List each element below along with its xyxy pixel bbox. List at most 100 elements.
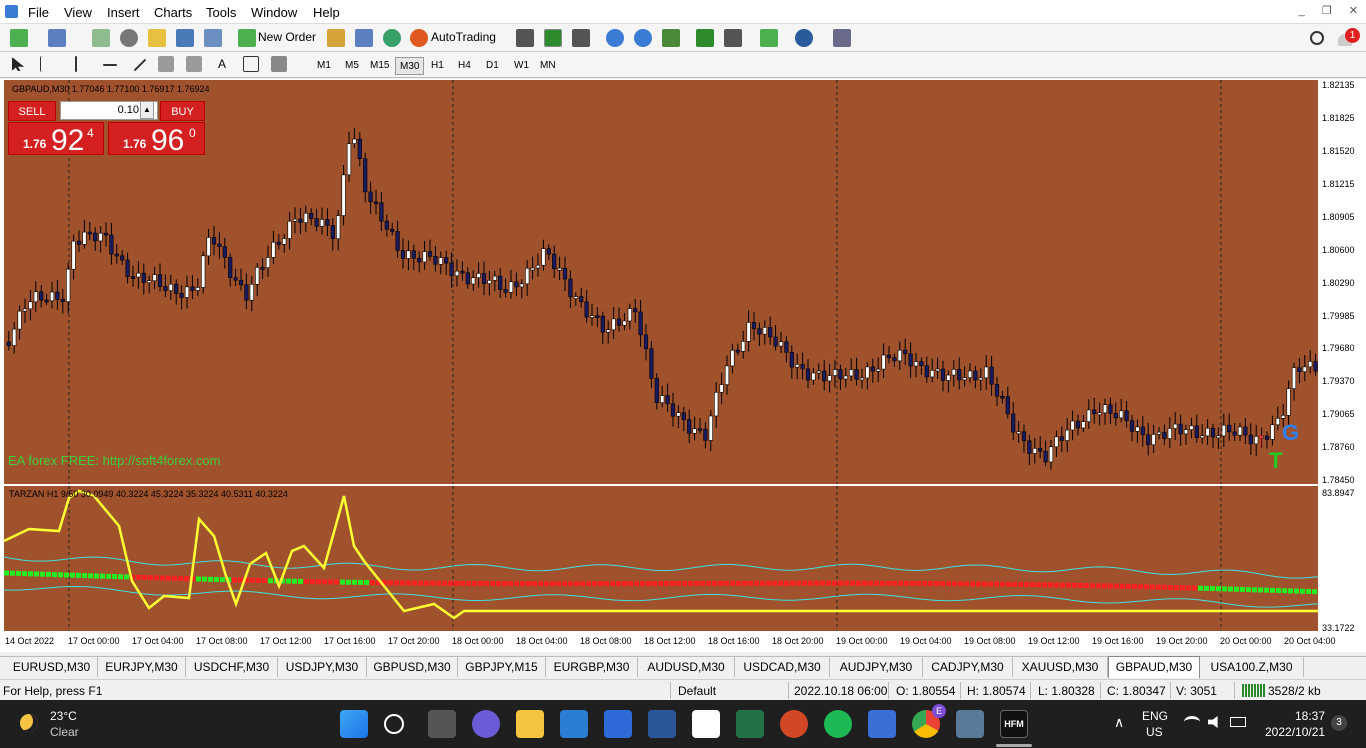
- volume-icon[interactable]: [1208, 716, 1218, 728]
- crosshair-icon[interactable]: [40, 56, 56, 72]
- close-icon[interactable]: ✕: [1349, 5, 1358, 17]
- notifications-icon[interactable]: 1: [1338, 28, 1360, 48]
- timeframe-w1[interactable]: W1: [510, 57, 533, 75]
- menu-view[interactable]: View: [64, 5, 92, 20]
- vpn-icon[interactable]: [868, 710, 896, 738]
- market-watch-icon[interactable]: [92, 29, 110, 47]
- timeframe-m15[interactable]: M15: [366, 57, 393, 75]
- tab-xauusd[interactable]: XAUUSD,M30: [1013, 657, 1108, 677]
- text-label-icon[interactable]: [243, 56, 259, 72]
- timeframe-m5[interactable]: M5: [341, 57, 363, 75]
- hfm-app-icon[interactable]: HFM: [1000, 710, 1028, 738]
- candlestick-icon[interactable]: [544, 29, 562, 47]
- restore-icon[interactable]: ❐: [1322, 5, 1332, 17]
- chart-shift-icon[interactable]: [696, 29, 714, 47]
- timeframe-h1[interactable]: H1: [427, 57, 448, 75]
- cursor-icon[interactable]: [12, 57, 24, 71]
- bar-chart-icon[interactable]: [516, 29, 534, 47]
- task-view-icon[interactable]: [428, 710, 456, 738]
- menu-charts[interactable]: Charts: [154, 5, 192, 20]
- arrows-icon[interactable]: [271, 56, 287, 72]
- horizontal-line-icon[interactable]: [103, 64, 117, 66]
- zoom-out-icon[interactable]: [634, 29, 652, 47]
- tab-audjpy[interactable]: AUDJPY,M30: [830, 657, 923, 677]
- trendline-icon[interactable]: [133, 58, 147, 72]
- menu-tools[interactable]: Tools: [206, 5, 236, 20]
- clock-time[interactable]: 18:37: [1295, 709, 1325, 723]
- tab-eurjpy[interactable]: EURJPY,M30: [98, 657, 186, 677]
- alerts-icon[interactable]: [355, 29, 373, 47]
- buy-price[interactable]: 1.76 96 0: [108, 122, 205, 157]
- buy-button[interactable]: BUY: [160, 101, 205, 121]
- periods-icon[interactable]: [795, 29, 813, 47]
- search-icon[interactable]: [384, 714, 404, 734]
- text-tool-icon[interactable]: A: [218, 57, 226, 71]
- tab-usdchf[interactable]: USDCHF,M30: [186, 657, 278, 677]
- autotrading-icon[interactable]: [410, 29, 428, 47]
- tab-usdcad[interactable]: USDCAD,M30: [735, 657, 830, 677]
- metaeditor-taskbar-icon[interactable]: [956, 710, 984, 738]
- terminal-icon[interactable]: [176, 29, 194, 47]
- vertical-line-icon[interactable]: [75, 56, 77, 72]
- teams-chat-icon[interactable]: [472, 710, 500, 738]
- autotrading-button[interactable]: AutoTrading: [431, 30, 496, 44]
- start-icon[interactable]: [340, 710, 368, 738]
- menu-help[interactable]: Help: [313, 5, 340, 20]
- metaeditor-icon[interactable]: [327, 29, 345, 47]
- sell-button[interactable]: SELL: [8, 101, 56, 121]
- fibonacci-icon[interactable]: [186, 56, 202, 72]
- profiles-icon[interactable]: [48, 29, 66, 47]
- store-icon[interactable]: [604, 710, 632, 738]
- minimize-icon[interactable]: _: [1299, 5, 1305, 17]
- amazon-icon[interactable]: [692, 710, 720, 738]
- timeframe-m1[interactable]: M1: [313, 57, 335, 75]
- new-order-icon[interactable]: [238, 29, 256, 47]
- tab-gbpaud[interactable]: GBPAUD,M30: [1108, 656, 1200, 678]
- sell-price[interactable]: 1.76 92 4: [8, 122, 104, 157]
- price-chart[interactable]: ↑ G T GBPAUD,M30 1.77046 1.77100 1.76917 1…: [4, 80, 1318, 484]
- spotify-icon[interactable]: [824, 710, 852, 738]
- file-explorer-icon[interactable]: [516, 710, 544, 738]
- language-code[interactable]: ENG: [1142, 709, 1168, 723]
- timeframe-mn[interactable]: MN: [536, 57, 560, 75]
- tab-eurgbp[interactable]: EURGBP,M30: [546, 657, 638, 677]
- indicators-icon[interactable]: [760, 29, 778, 47]
- search-icon[interactable]: [1310, 31, 1324, 45]
- tab-cadjpy[interactable]: CADJPY,M30: [923, 657, 1013, 677]
- tab-usa100[interactable]: USA100.Z,M30: [1200, 657, 1304, 677]
- tab-gbpjpy[interactable]: GBPJPY,M15: [458, 657, 546, 677]
- tab-eurusd[interactable]: EURUSD,M30: [6, 657, 98, 677]
- powerpoint-icon[interactable]: [780, 710, 808, 738]
- tab-usdjpy[interactable]: USDJPY,M30: [278, 657, 367, 677]
- crosshair-navigator-icon[interactable]: [120, 29, 138, 47]
- new-order-button[interactable]: New Order: [258, 30, 316, 44]
- tab-gbpusd[interactable]: GBPUSD,M30: [367, 657, 458, 677]
- lot-increase-icon[interactable]: ▲: [140, 101, 154, 119]
- navigator-icon[interactable]: [148, 29, 166, 47]
- timeframe-d1[interactable]: D1: [482, 57, 503, 75]
- weather-moon-icon[interactable]: [20, 714, 38, 732]
- line-chart-icon[interactable]: [572, 29, 590, 47]
- tab-audusd[interactable]: AUDUSD,M30: [638, 657, 735, 677]
- strategy-tester-icon[interactable]: [204, 29, 222, 47]
- signals-icon[interactable]: [383, 29, 401, 47]
- notification-center-badge[interactable]: 3: [1331, 715, 1347, 731]
- menu-window[interactable]: Window: [251, 5, 297, 20]
- wifi-icon[interactable]: [1184, 716, 1200, 728]
- mail-icon[interactable]: [560, 710, 588, 738]
- tarzan-indicator-window[interactable]: TARZAN H1 9/50 30.0949 40.3224 45.3224 3…: [4, 486, 1318, 631]
- channel-icon[interactable]: [158, 56, 174, 72]
- templates-icon[interactable]: [833, 29, 851, 47]
- language-region[interactable]: US: [1146, 725, 1163, 739]
- excel-icon[interactable]: [736, 710, 764, 738]
- word-icon[interactable]: [648, 710, 676, 738]
- autoscroll-icon[interactable]: [724, 29, 742, 47]
- menu-file[interactable]: File: [28, 5, 49, 20]
- timeframe-m30[interactable]: M30: [395, 57, 425, 75]
- tray-overflow-icon[interactable]: ∧: [1114, 714, 1124, 731]
- menu-insert[interactable]: Insert: [107, 5, 140, 20]
- new-chart-icon[interactable]: [10, 29, 28, 47]
- chrome-icon[interactable]: E: [912, 704, 946, 738]
- tile-windows-icon[interactable]: [662, 29, 680, 47]
- battery-icon[interactable]: [1230, 717, 1246, 727]
